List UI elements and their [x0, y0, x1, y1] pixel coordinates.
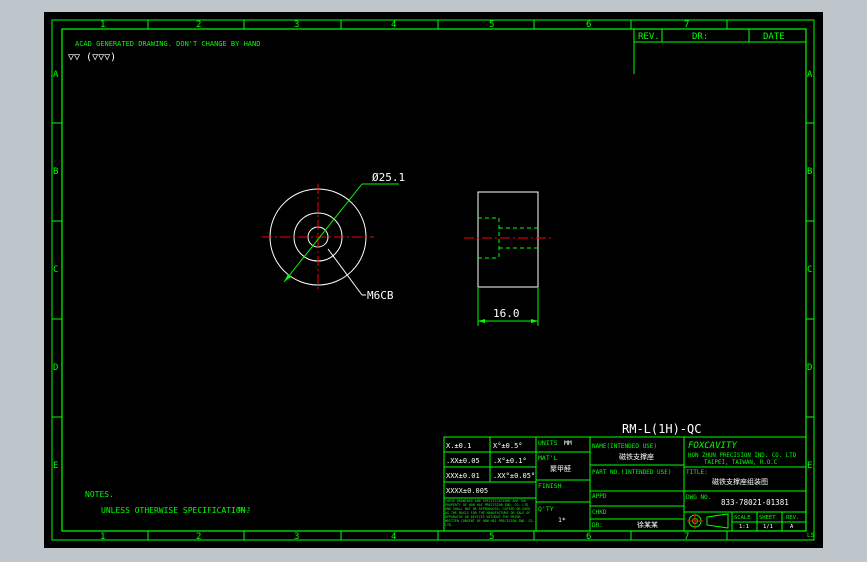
- col-label-bottom-5: 5: [489, 532, 494, 542]
- appd-label: APPD: [592, 493, 607, 500]
- col-label-top-6: 6: [586, 20, 591, 30]
- projection-symbol-icon: [687, 513, 729, 529]
- tol-linear-4: XXXX±0.005: [446, 487, 488, 495]
- rev-value: A: [790, 524, 794, 530]
- disclaimer-text: THESE DRAWINGS AND SPECIFICATIONS ARE TH…: [445, 499, 535, 527]
- row-label-right-E: E: [807, 461, 812, 471]
- row-label-left-E: E: [53, 461, 58, 471]
- company-location: TAIPEI, TAIWAN, R.O.C: [704, 460, 778, 466]
- name-value: 磁铁支撑座: [619, 452, 654, 461]
- notes-title: NOTES.: [85, 490, 114, 499]
- tol-angle-1: X°±0.5°: [493, 442, 523, 450]
- sheet-label: SHEET: [759, 515, 776, 521]
- drawing-svg: 1 2 3 4 5 6 7 1 2 3 4 5 6 7 A B C D E A …: [51, 19, 815, 542]
- col-label-bottom-2: 2: [196, 532, 201, 542]
- part-no-label: PART NO.(INTENDED USE): [592, 469, 671, 476]
- drawing-canvas: 1 2 3 4 5 6 7 1 2 3 4 5 6 7 A B C D E A …: [44, 12, 823, 548]
- rev-header: REV.: [638, 32, 660, 42]
- thread-label: M6CB: [367, 289, 394, 302]
- row-label-left-A: A: [53, 70, 59, 80]
- title-value: 磁铁支撑座组装图: [712, 477, 768, 486]
- tol-angle-3: .XX°±0.05°: [493, 472, 535, 480]
- header-note: ACAD GENERATED DRAWING. DON'T CHANGE BY …: [75, 40, 260, 48]
- date-header: DATE: [763, 32, 785, 42]
- units-label: UNITS: [538, 439, 558, 447]
- dr-header: DR:: [692, 32, 708, 42]
- scale-value: 1:1: [739, 524, 749, 530]
- zone-ticks: [52, 20, 814, 540]
- tol-linear-2: .XX±0.05: [446, 457, 480, 465]
- outer-border: [51, 19, 815, 541]
- notes-line: UNLESS OTHERWISE SPECIFICATION.: [101, 506, 250, 515]
- row-label-right-A: A: [807, 70, 813, 80]
- company-name: HON ZHUN PRECISION IND. CO. LTD: [688, 453, 797, 459]
- company-logo: FOXCAVITY: [688, 441, 737, 451]
- row-label-right-D: D: [807, 363, 812, 373]
- tol-linear-1: X.±0.1: [446, 442, 471, 450]
- diameter-label: Ø25.1: [372, 171, 405, 184]
- thread-leader: [327, 248, 363, 296]
- col-label-bottom-6: 6: [586, 532, 591, 542]
- row-label-right-C: C: [807, 265, 812, 275]
- tol-angle-2: .X°±0.1°: [493, 457, 527, 465]
- sheet-value: 1/1: [763, 524, 773, 530]
- col-label-top-2: 2: [196, 20, 201, 30]
- row-label-right-B: B: [807, 167, 812, 177]
- side-outline: [477, 191, 539, 288]
- col-label-top-4: 4: [391, 20, 396, 30]
- dr-value: 徐某某: [637, 520, 658, 529]
- width-dimension: 16.0: [493, 307, 520, 320]
- revision-block: REV. DR: DATE: [633, 28, 807, 74]
- qty-label: Q'TY: [538, 505, 554, 513]
- dr-label: DR:: [592, 522, 603, 529]
- name-label: NAME(INTENDED USE): [592, 443, 657, 450]
- part-code: RM-L(1H)-QC: [622, 422, 701, 436]
- col-label-bottom-7: 7: [684, 532, 689, 542]
- row-label-left-B: B: [53, 167, 58, 177]
- rev-label: REV.: [786, 515, 799, 521]
- notes-suffix: EG.3: [238, 507, 250, 513]
- col-label-top-3: 3: [294, 20, 299, 30]
- col-label-top-5: 5: [489, 20, 494, 30]
- row-label-left-D: D: [53, 363, 58, 373]
- surface-finish-symbols: ▽▽ (▽▽▽): [68, 52, 116, 63]
- front-view: Ø25.1 M6CB: [262, 171, 405, 302]
- matl-label: MAT'L: [538, 454, 558, 462]
- tol-linear-3: XXX±0.01: [446, 472, 480, 480]
- corner-mark: LS: [807, 532, 815, 539]
- col-label-bottom-3: 3: [294, 532, 299, 542]
- dwg-label: DWG NO.: [686, 494, 711, 501]
- side-view: 16.0: [464, 191, 551, 326]
- diameter-leader: [283, 183, 363, 283]
- finish-label: FINISH: [538, 482, 562, 490]
- qty-value: 1*: [558, 516, 566, 524]
- title-label: TITLE:: [686, 469, 708, 476]
- col-label-top-1: 1: [100, 20, 105, 30]
- units-value: MM: [564, 439, 572, 447]
- row-label-left-C: C: [53, 265, 58, 275]
- chkd-label: CHKD: [592, 509, 607, 516]
- col-label-bottom-4: 4: [391, 532, 396, 542]
- scale-label: SCALE: [734, 515, 751, 521]
- matl-value: 聚甲醛: [550, 464, 571, 473]
- col-label-bottom-1: 1: [100, 532, 105, 542]
- dwg-value: 833-78021-01381: [721, 498, 789, 507]
